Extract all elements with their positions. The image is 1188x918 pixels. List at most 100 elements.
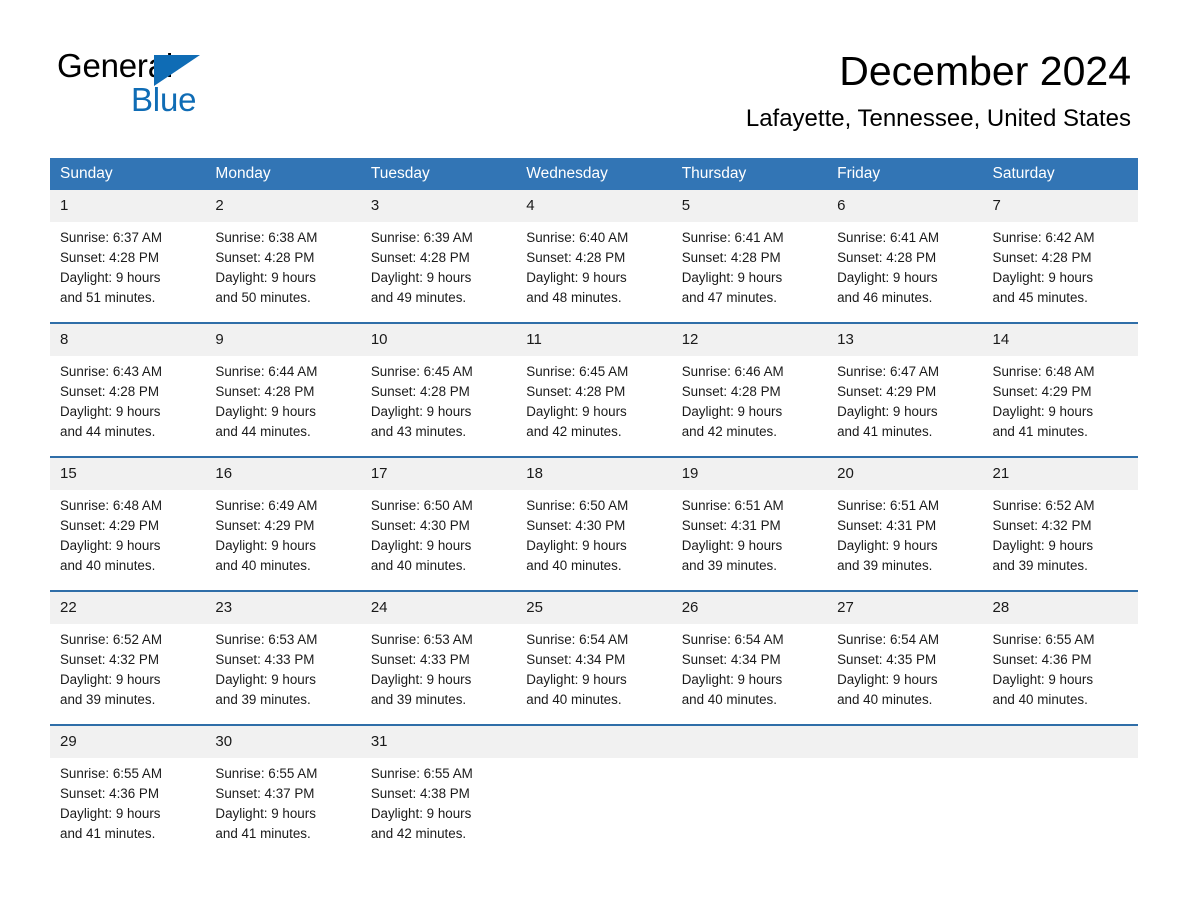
sunset-text: Sunset: 4:28 PM (370, 384, 470, 399)
calendar-day-cell[interactable]: 3 Sunrise: 6:39 AM Sunset: 4:28 PM Daylight… (360, 190, 517, 323)
daylight-text-line2: and 49 minutes. (370, 290, 467, 305)
sunset-text: Sunset: 4:28 PM (526, 250, 626, 265)
calendar-day-cell[interactable]: 21 Sunrise: 6:52 AM Sunset: 4:32 PM Dayligh… (982, 456, 1138, 591)
day-details: Sunrise: 6:43 AM Sunset: 4:28 PM Daylight:… (50, 356, 205, 456)
day-number: 17 (360, 458, 517, 490)
daylight-text-line2: and 47 minutes. (681, 290, 777, 305)
day-details: Sunrise: 6:39 AM Sunset: 4:28 PM Daylight:… (361, 222, 516, 322)
day-number: 19 (671, 458, 828, 490)
daylight-text-line1: Daylight: 9 hours (992, 270, 1094, 285)
weekday-header-row: Sunday Monday Tuesday Wednesday Thursday… (50, 158, 1138, 190)
calendar-day-cell[interactable]: 17 Sunrise: 6:50 AM Sunset: 4:30 PM Dayligh… (360, 456, 517, 591)
calendar-day-cell[interactable]: 31 Sunrise: 6:55 AM Sunset: 4:38 PM Dayligh… (360, 724, 517, 858)
calendar-day-cell[interactable]: 11 Sunrise: 6:45 AM Sunset: 4:28 PM Dayligh… (516, 322, 672, 457)
day-details: Sunrise: 6:53 AM Sunset: 4:33 PM Daylight:… (205, 624, 360, 724)
sunrise-text: Sunrise: 6:51 AM (681, 498, 784, 513)
day-number: 3 (360, 190, 517, 222)
daylight-text-line1: Daylight: 9 hours (837, 270, 938, 285)
sunset-text: Sunset: 4:28 PM (215, 250, 315, 265)
calendar-day-cell[interactable]: 24 Sunrise: 6:53 AM Sunset: 4:33 PM Dayligh… (360, 590, 517, 725)
calendar-day-cell[interactable]: 7 Sunrise: 6:42 AM Sunset: 4:28 PM Daylight… (982, 190, 1138, 323)
daylight-text-line1: Daylight: 9 hours (215, 404, 316, 419)
daylight-text-line1: Daylight: 9 hours (370, 404, 472, 419)
daylight-text-line1: Daylight: 9 hours (370, 270, 472, 285)
sunrise-text: Sunrise: 6:47 AM (837, 364, 940, 379)
calendar-day-cell[interactable]: 20 Sunrise: 6:51 AM Sunset: 4:31 PM Dayligh… (827, 456, 983, 591)
sunrise-text: Sunrise: 6:52 AM (60, 632, 162, 647)
calendar-day-cell[interactable]: 29 Sunrise: 6:55 AM Sunset: 4:36 PM Dayligh… (50, 724, 206, 858)
calendar-day-cell[interactable]: 23 Sunrise: 6:53 AM Sunset: 4:33 PM Dayligh… (205, 590, 361, 725)
sunset-text: Sunset: 4:33 PM (370, 652, 470, 667)
day-details: Sunrise: 6:38 AM Sunset: 4:28 PM Daylight:… (205, 222, 360, 322)
day-number: 21 (982, 458, 1138, 490)
daylight-text-line1: Daylight: 9 hours (681, 404, 783, 419)
daylight-text-line1: Daylight: 9 hours (681, 672, 783, 687)
daylight-text-line1: Daylight: 9 hours (60, 404, 161, 419)
calendar-day-cell[interactable]: 13 Sunrise: 6:47 AM Sunset: 4:29 PM Dayligh… (827, 322, 983, 457)
day-details: Sunrise: 6:52 AM Sunset: 4:32 PM Daylight:… (50, 624, 205, 724)
general-blue-logo[interactable]: General Blue (57, 48, 317, 128)
sunrise-text: Sunrise: 6:52 AM (992, 498, 1095, 513)
day-number: 24 (360, 592, 517, 624)
calendar-day-cell[interactable]: 15 Sunrise: 6:48 AM Sunset: 4:29 PM Dayligh… (50, 456, 206, 591)
calendar-day-cell[interactable]: 1 Sunrise: 6:37 AM Sunset: 4:28 PM Daylight… (50, 190, 206, 323)
calendar-day-cell[interactable]: 22 Sunrise: 6:52 AM Sunset: 4:32 PM Dayligh… (50, 590, 206, 725)
calendar-day-cell[interactable]: 16 Sunrise: 6:49 AM Sunset: 4:29 PM Dayligh… (205, 456, 361, 591)
weekday-header-thursday: Thursday (671, 158, 828, 190)
sunset-text: Sunset: 4:29 PM (215, 518, 315, 533)
day-number: 2 (205, 190, 361, 222)
daylight-text-line2: and 41 minutes. (992, 424, 1088, 439)
day-number: 29 (50, 726, 206, 758)
calendar-day-cell[interactable]: 27 Sunrise: 6:54 AM Sunset: 4:35 PM Dayligh… (827, 590, 983, 725)
daylight-text-line2: and 40 minutes. (526, 692, 622, 707)
sunset-text: Sunset: 4:32 PM (60, 652, 159, 667)
sunrise-text: Sunrise: 6:41 AM (681, 230, 784, 245)
calendar-day-cell[interactable]: 4 Sunrise: 6:40 AM Sunset: 4:28 PM Daylight… (516, 190, 672, 323)
daylight-text-line1: Daylight: 9 hours (370, 672, 472, 687)
calendar-day-cell[interactable]: 28 Sunrise: 6:55 AM Sunset: 4:36 PM Dayligh… (982, 590, 1138, 725)
day-number (671, 726, 828, 758)
sunrise-text: Sunrise: 6:55 AM (370, 766, 473, 781)
calendar-week-row: 29 Sunrise: 6:55 AM Sunset: 4:36 PM Dayligh… (50, 724, 1138, 858)
calendar-day-cell[interactable]: 9 Sunrise: 6:44 AM Sunset: 4:28 PM Daylight… (205, 322, 361, 457)
calendar-day-cell[interactable]: 2 Sunrise: 6:38 AM Sunset: 4:28 PM Daylight… (205, 190, 361, 323)
daylight-text-line2: and 41 minutes. (215, 826, 311, 841)
weekday-header-sunday: Sunday (50, 158, 206, 190)
day-number: 18 (516, 458, 672, 490)
calendar-header-row-group: Sunday Monday Tuesday Wednesday Thursday… (50, 158, 1138, 190)
calendar-day-cell[interactable]: 6 Sunrise: 6:41 AM Sunset: 4:28 PM Daylight… (827, 190, 983, 323)
weekday-header-saturday: Saturday (982, 158, 1138, 190)
daylight-text-line1: Daylight: 9 hours (60, 672, 161, 687)
day-number: 16 (205, 458, 361, 490)
sunrise-text: Sunrise: 6:42 AM (992, 230, 1095, 245)
calendar-day-cell[interactable]: 8 Sunrise: 6:43 AM Sunset: 4:28 PM Daylight… (50, 322, 206, 457)
calendar-day-cell[interactable]: 25 Sunrise: 6:54 AM Sunset: 4:34 PM Dayligh… (516, 590, 672, 725)
calendar-day-cell[interactable]: 5 Sunrise: 6:41 AM Sunset: 4:28 PM Daylight… (671, 190, 828, 323)
calendar-day-cell[interactable]: 12 Sunrise: 6:46 AM Sunset: 4:28 PM Dayligh… (671, 322, 828, 457)
calendar-day-cell[interactable]: 10 Sunrise: 6:45 AM Sunset: 4:28 PM Dayligh… (360, 322, 517, 457)
day-number: 22 (50, 592, 206, 624)
calendar-day-cell[interactable]: 30 Sunrise: 6:55 AM Sunset: 4:37 PM Dayligh… (205, 724, 361, 858)
day-details: Sunrise: 6:55 AM Sunset: 4:36 PM Daylight:… (50, 758, 205, 858)
sunrise-sunset-calendar-table: Sunday Monday Tuesday Wednesday Thursday… (50, 158, 1138, 858)
daylight-text-line2: and 40 minutes. (837, 692, 933, 707)
day-details: Sunrise: 6:47 AM Sunset: 4:29 PM Daylight:… (827, 356, 982, 456)
daylight-text-line2: and 42 minutes. (526, 424, 622, 439)
sunset-text: Sunset: 4:36 PM (992, 652, 1092, 667)
calendar-day-cell[interactable]: 18 Sunrise: 6:50 AM Sunset: 4:30 PM Dayligh… (516, 456, 672, 591)
daylight-text-line2: and 41 minutes. (837, 424, 933, 439)
calendar-day-cell[interactable]: 19 Sunrise: 6:51 AM Sunset: 4:31 PM Dayligh… (671, 456, 828, 591)
calendar-day-cell[interactable]: 26 Sunrise: 6:54 AM Sunset: 4:34 PM Dayligh… (671, 590, 828, 725)
daylight-text-line1: Daylight: 9 hours (215, 806, 316, 821)
title-block: December 2024 Lafayette, Tennessee, Unit… (746, 46, 1131, 136)
weekday-header-monday: Monday (205, 158, 361, 190)
calendar-day-cell[interactable]: 14 Sunrise: 6:48 AM Sunset: 4:29 PM Dayligh… (982, 322, 1138, 457)
day-details: Sunrise: 6:50 AM Sunset: 4:30 PM Daylight:… (361, 490, 516, 590)
sunset-text: Sunset: 4:28 PM (60, 250, 159, 265)
day-details: Sunrise: 6:41 AM Sunset: 4:28 PM Daylight:… (672, 222, 827, 322)
sunset-text: Sunset: 4:29 PM (992, 384, 1092, 399)
daylight-text-line2: and 39 minutes. (992, 558, 1088, 573)
sunrise-text: Sunrise: 6:45 AM (526, 364, 629, 379)
daylight-text-line1: Daylight: 9 hours (681, 538, 783, 553)
day-number (982, 726, 1138, 758)
